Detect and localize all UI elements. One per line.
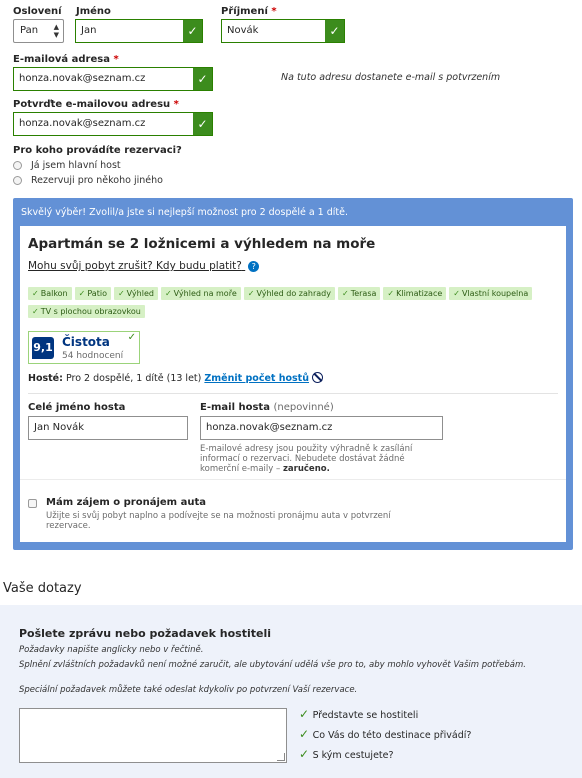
guest-email-label: E-mail hosta (nepovinné)	[200, 402, 334, 413]
last-name-value: Novák	[227, 25, 259, 36]
amenity-tag: ✓ Vlastní koupelna	[449, 287, 533, 300]
score-label: Čistota	[62, 335, 110, 349]
divider	[20, 479, 566, 480]
valid-check-icon: ✓	[193, 113, 212, 135]
last-name-field[interactable]: Novák ✓	[221, 19, 345, 43]
valid-check-icon: ✓	[183, 20, 202, 42]
check-icon: ✓	[299, 707, 310, 721]
email-label: E-mailová adresa *	[13, 54, 119, 65]
amenity-tag: ✓ Klimatizace	[383, 287, 447, 300]
policy-link[interactable]: Mohu svůj pobyt zrušit? Kdy budu platit?…	[28, 260, 260, 272]
request-title: Pošlete zprávu nebo požadavek hostiteli	[19, 627, 272, 640]
request-line: Splnění zvláštních požadavků není možné …	[19, 660, 526, 670]
radio-someone-else-label: Rezervuji pro někoho jiného	[31, 175, 163, 186]
tip-item: ✓ S kým cestujete?	[299, 747, 394, 761]
first-name-value: Jan	[81, 25, 97, 36]
salutation-select[interactable]: Pan ▲ ▼	[13, 19, 64, 43]
score-badge: 9,1	[32, 337, 54, 359]
email-confirm-value: honza.novak@seznam.cz	[19, 118, 146, 129]
room-card: Apartmán se 2 ložnicemi a výhledem na mo…	[20, 226, 566, 542]
guest-email-input[interactable]: honza.novak@seznam.cz	[200, 416, 443, 440]
room-panel: Skvělý výběr! Zvolil/a jste si nejlepší …	[13, 198, 573, 550]
last-name-label: Příjmení *	[221, 6, 277, 17]
guest-name-input[interactable]: Jan Novák	[28, 416, 188, 440]
email-value: honza.novak@seznam.cz	[19, 73, 146, 84]
radio-main-guest-label: Já jsem hlavní host	[31, 160, 121, 171]
guests-line: Hosté: Pro 2 dospělé, 1 dítě (13 let) Zm…	[28, 373, 309, 384]
email-confirm-label: Potvrďte e-mailovou adresu *	[13, 99, 179, 110]
change-guests-link[interactable]: Změnit počet hostů	[204, 373, 309, 384]
car-rental-desc: Užijte si svůj pobyt naplno a podívejte …	[46, 511, 391, 531]
first-name-label: Jméno	[76, 6, 111, 17]
request-line: Speciální požadavek můžete také odeslat …	[19, 685, 358, 695]
email-hint: Na tuto adresu dostanete e-mail s potvrz…	[281, 72, 501, 83]
request-textarea[interactable]	[19, 708, 287, 763]
amenity-tag: ✓ Patio	[74, 287, 111, 300]
guest-email-note: E-mailové adresy jsou použity výhradně k…	[200, 444, 413, 474]
check-icon: ✓	[299, 727, 310, 741]
questions-section-title: Vaše dotazy	[3, 581, 82, 596]
request-line: Požadavky napište anglicky nebo v řečtin…	[19, 645, 204, 655]
request-box: Pošlete zprávu nebo požadavek hostiteli …	[0, 605, 582, 778]
amenity-tag: ✓ TV s plochou obrazovkou	[28, 305, 145, 318]
select-arrows-icon: ▲ ▼	[53, 23, 59, 39]
amenities-list: ✓ Balkon ✓ Patio ✓ Výhled ✓ Výhled na moře ✓ Výhl…	[28, 286, 558, 322]
divider	[28, 393, 558, 394]
valid-check-icon: ✓	[325, 20, 344, 42]
no-entry-icon	[312, 372, 323, 383]
resize-handle-icon[interactable]	[277, 753, 285, 761]
email-confirm-field[interactable]: honza.novak@seznam.cz ✓	[13, 112, 213, 136]
room-title: Apartmán se 2 ložnicemi a výhledem na mo…	[28, 236, 376, 252]
valid-check-icon: ✓	[193, 68, 212, 90]
car-rental-checkbox[interactable]	[28, 499, 37, 508]
amenity-tag: ✓ Výhled do zahrady	[243, 287, 335, 300]
panel-header: Skvělý výběr! Zvolil/a jste si nejlepší …	[21, 207, 348, 218]
radio-someone-else[interactable]	[13, 176, 22, 185]
amenity-tag: ✓ Výhled na moře	[160, 287, 241, 300]
help-icon[interactable]: ?	[248, 261, 260, 272]
score-box: 9,1 Čistota 54 hodnocení ✓	[28, 331, 140, 364]
salutation-value: Pan	[20, 25, 39, 36]
amenity-tag: ✓ Balkon	[28, 287, 72, 300]
radio-main-guest[interactable]	[13, 161, 22, 170]
check-icon: ✓	[299, 747, 310, 761]
guest-name-label: Celé jméno hosta	[28, 402, 126, 413]
email-field[interactable]: honza.novak@seznam.cz ✓	[13, 67, 213, 91]
salutation-label: Oslovení	[13, 6, 62, 17]
amenity-tag: ✓ Terasa	[337, 287, 381, 300]
amenity-tag: ✓ Výhled	[113, 287, 158, 300]
check-icon: ✓	[127, 332, 136, 343]
tip-item: ✓ Představte se hostiteli	[299, 707, 419, 721]
tip-item: ✓ Co Vás do této destinace přivádí?	[299, 727, 472, 741]
first-name-field[interactable]: Jan ✓	[75, 19, 203, 43]
car-rental-label: Mám zájem o pronájem auta	[46, 497, 206, 508]
for-whom-question: Pro koho provádíte rezervaci?	[13, 145, 182, 156]
score-reviews: 54 hodnocení	[62, 351, 124, 361]
